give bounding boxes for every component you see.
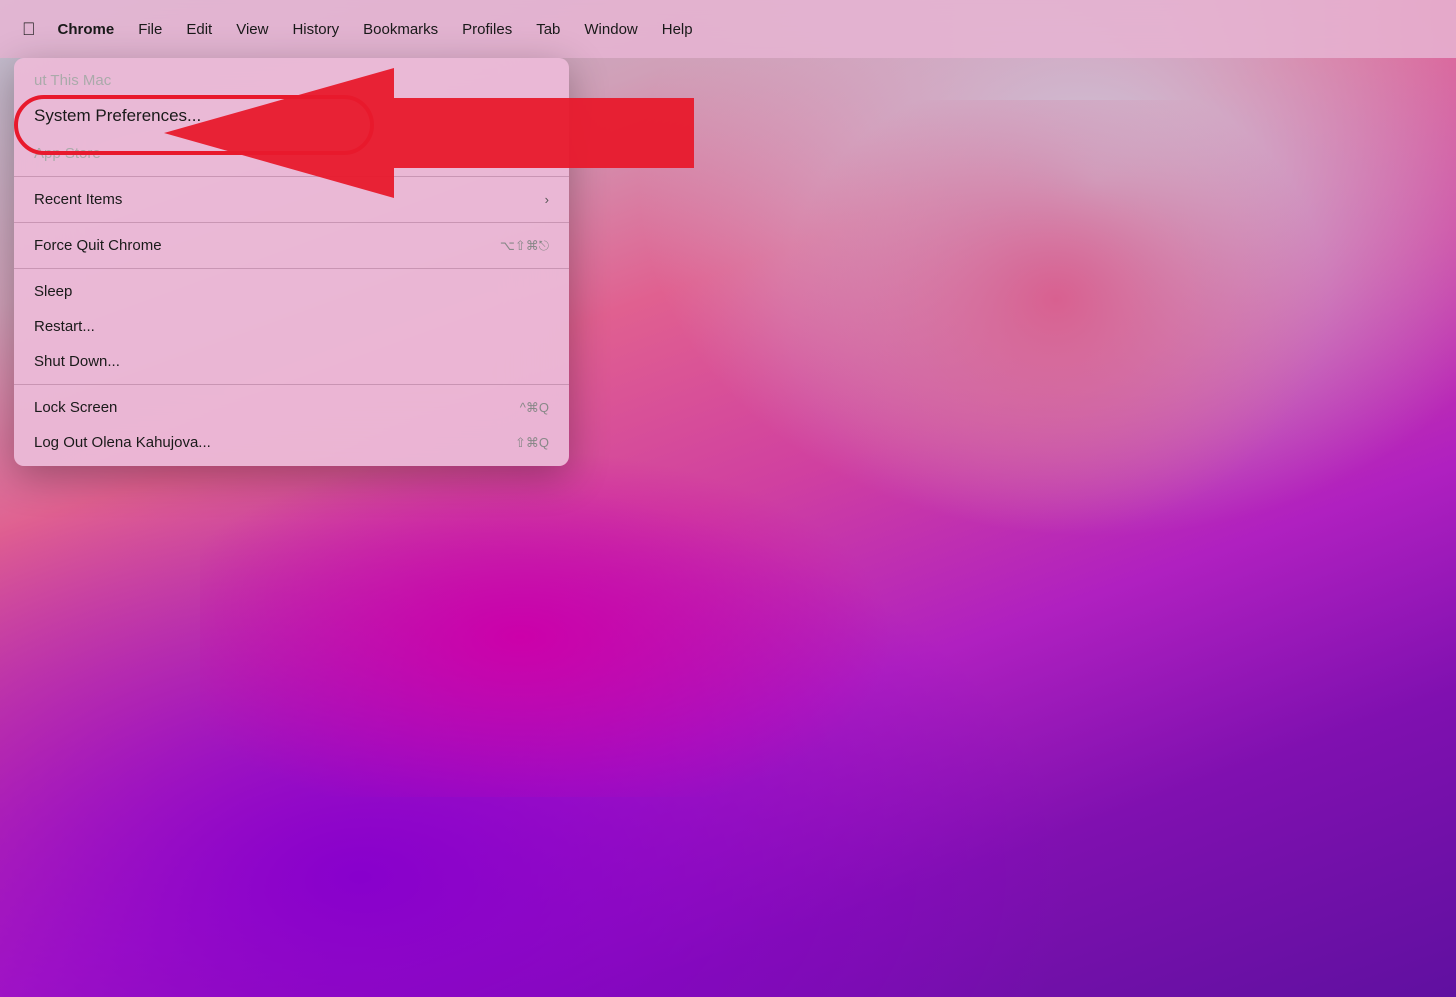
menu-item-force-quit[interactable]: Force Quit Chrome ⌥⇧⌘⎋: [14, 228, 569, 263]
log-out-shortcut: ⇧⌘Q: [515, 435, 549, 451]
menubar-history[interactable]: History: [280, 17, 351, 42]
menubar-help[interactable]: Help: [650, 17, 705, 42]
menu-item-system-preferences[interactable]: System Preferences...: [14, 96, 569, 136]
menu-item-log-out[interactable]: Log Out Olena Kahujova... ⇧⌘Q: [14, 425, 569, 460]
recent-items-arrow-icon: ›: [545, 192, 549, 207]
menu-item-recent-items[interactable]: Recent Items ›: [14, 182, 569, 217]
apple-icon: : [22, 19, 36, 39]
separator-2: [14, 222, 569, 223]
apple-dropdown-menu: ut This Mac System Preferences... App St…: [14, 58, 569, 466]
menubar-window[interactable]: Window: [572, 17, 649, 42]
menu-item-shut-down[interactable]: Shut Down...: [14, 344, 569, 379]
menubar-view[interactable]: View: [224, 17, 280, 42]
menubar-file[interactable]: File: [126, 17, 174, 42]
menubar-chrome[interactable]: Chrome: [46, 17, 127, 42]
force-quit-shortcut: ⌥⇧⌘⎋: [500, 238, 549, 254]
menubar-edit[interactable]: Edit: [174, 17, 224, 42]
menubar:  Chrome File Edit View History Bookmark…: [0, 0, 1456, 58]
menubar-tab[interactable]: Tab: [524, 17, 572, 42]
apple-menu-button[interactable]: : [12, 15, 46, 44]
lock-screen-shortcut: ^⌘Q: [520, 400, 549, 416]
menu-item-app-store[interactable]: App Store: [14, 136, 569, 171]
menubar-profiles[interactable]: Profiles: [450, 17, 524, 42]
menu-item-lock-screen[interactable]: Lock Screen ^⌘Q: [14, 390, 569, 425]
separator-4: [14, 384, 569, 385]
separator-3: [14, 268, 569, 269]
menu-item-about-partial[interactable]: ut This Mac: [14, 64, 569, 96]
menubar-bookmarks[interactable]: Bookmarks: [351, 17, 450, 42]
menu-item-sleep[interactable]: Sleep: [14, 274, 569, 309]
separator-1: [14, 176, 569, 177]
menu-item-restart[interactable]: Restart...: [14, 309, 569, 344]
about-partial-text: ut This Mac: [34, 72, 111, 89]
